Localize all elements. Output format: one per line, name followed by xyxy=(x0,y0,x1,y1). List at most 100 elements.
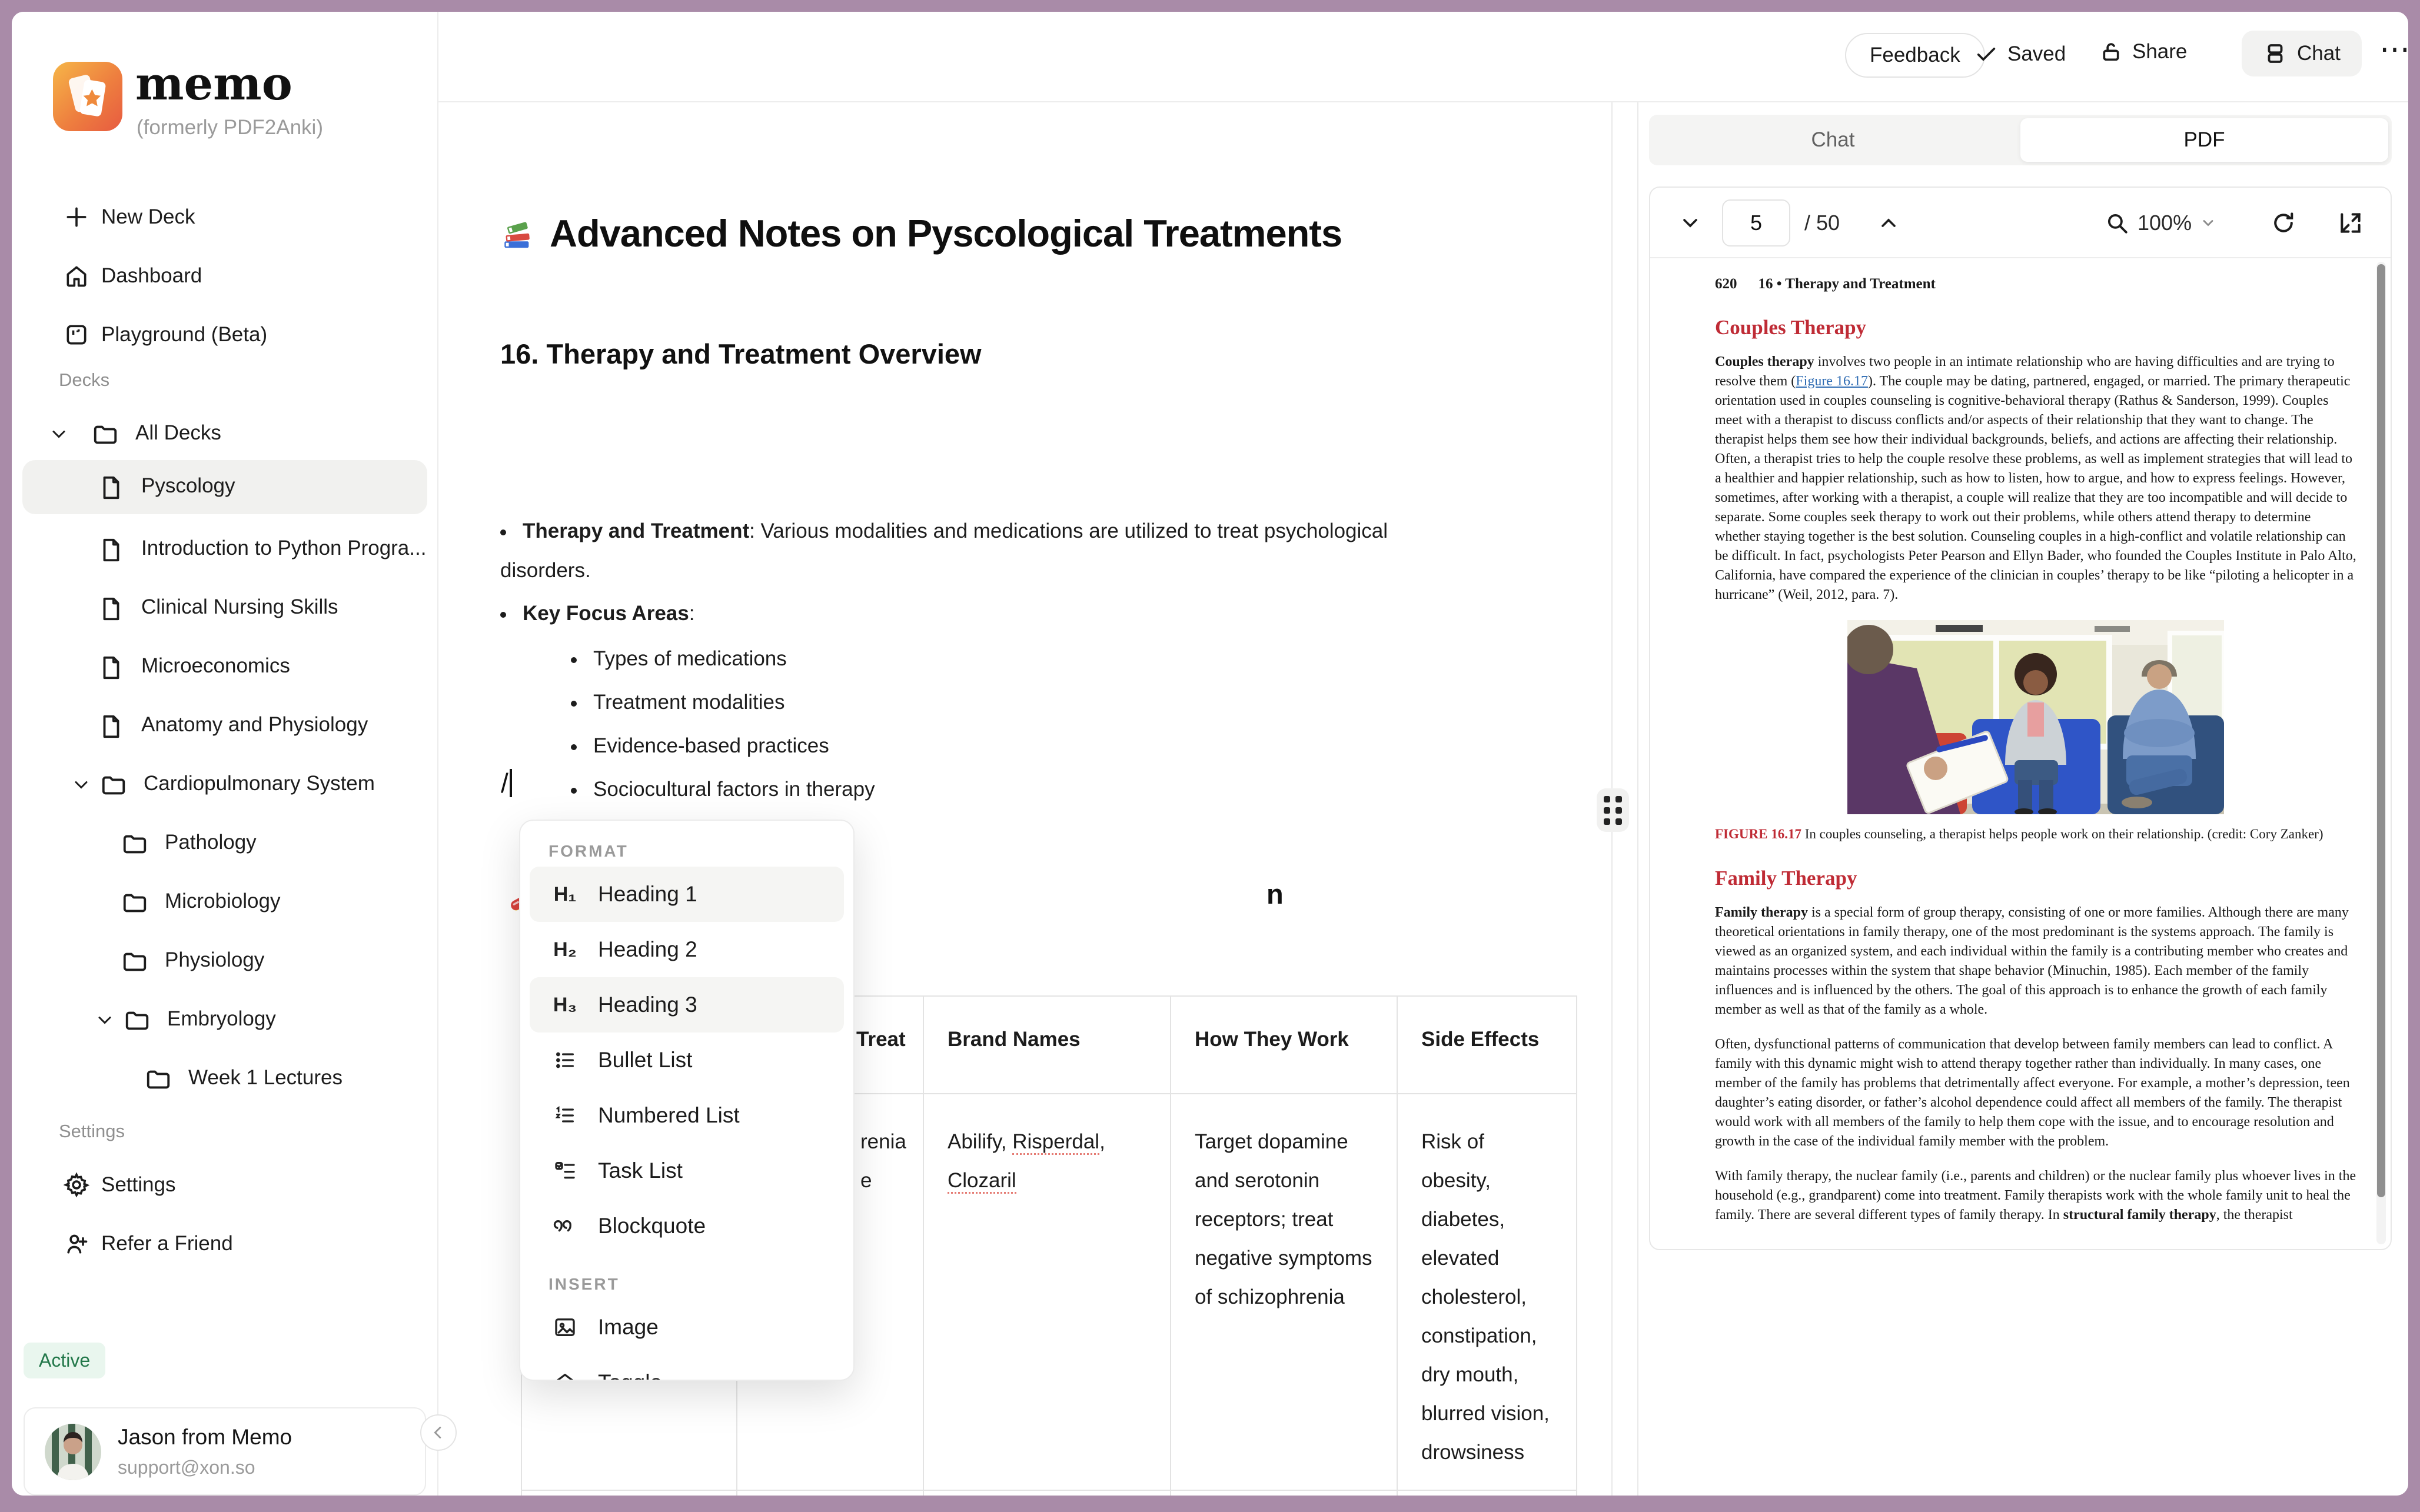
user-card[interactable]: Jason from Memo support@xon.so xyxy=(24,1407,426,1496)
app-window: memo (formerly PDF2Anki) New Deck Dashbo… xyxy=(12,12,2408,1496)
sidebar-item-all-decks[interactable]: All Decks xyxy=(22,407,427,461)
saved-status: Saved xyxy=(1974,42,2066,66)
sidebar-item-week1-lectures[interactable]: Week 1 Lectures xyxy=(22,1052,427,1106)
page-count: / 50 xyxy=(1804,211,1840,235)
panel-resize-handle[interactable] xyxy=(1597,788,1629,832)
chevron-down-icon[interactable] xyxy=(48,424,69,445)
document-icon xyxy=(103,538,119,562)
pdf-scrollbar-thumb[interactable] xyxy=(2377,264,2385,1197)
sidebar-item-physiology[interactable]: Physiology xyxy=(22,934,427,988)
heading3-icon: H₃ xyxy=(553,993,577,1016)
pdf-paragraph: Family therapy is a special form of grou… xyxy=(1715,905,2349,1017)
tab-pdf-viewer[interactable]: PDF xyxy=(2020,118,2388,162)
sidebar-item-pyscology[interactable]: Pyscology xyxy=(22,460,427,514)
lock-open-icon xyxy=(2103,43,2119,61)
arrow-left-icon xyxy=(434,1427,441,1438)
bullet-item: Evidence-based practices xyxy=(571,726,1536,765)
sidebar-item-python[interactable]: Introduction to Python Progra... xyxy=(22,522,427,577)
pdf-page: 620 16 • Therapy and Treatment Couples Th… xyxy=(1715,276,2358,1249)
sidebar-collapse-button[interactable] xyxy=(420,1414,457,1451)
feedback-button[interactable]: Feedback xyxy=(1845,33,1985,78)
sidebar-item-refer-friend[interactable]: Refer a Friend xyxy=(12,1218,438,1270)
previous-page-button[interactable] xyxy=(1678,188,1702,258)
deck-label: All Decks xyxy=(135,421,221,444)
table-cell: Depression and anxiety xyxy=(737,1491,924,1496)
pdf-running-head: 620 16 • Therapy and Treatment xyxy=(1715,276,1936,292)
deck-label: Clinical Nursing Skills xyxy=(141,595,338,618)
sidebar-item-playground[interactable]: Playground (Beta) xyxy=(12,309,438,361)
pdf-scrollbar[interactable] xyxy=(2376,262,2386,1244)
status-badge: Active xyxy=(24,1343,106,1378)
sidebar-item-embryology[interactable]: Embryology xyxy=(22,993,427,1047)
folder-icon xyxy=(147,1070,170,1089)
folder-icon xyxy=(123,953,147,971)
more-options-button[interactable]: ⋯ xyxy=(2379,32,2408,67)
sidebar-item-microbiology[interactable]: Microbiology xyxy=(22,875,427,930)
sidebar-item-label: Refer a Friend xyxy=(101,1232,233,1255)
table-cell: Antidepressants xyxy=(521,1491,737,1496)
app-title: memo xyxy=(135,57,292,111)
menu-item-heading1[interactable]: H₁ Heading 1 xyxy=(530,867,844,922)
sidebar-item-new-deck[interactable]: New Deck xyxy=(12,191,438,243)
menu-item-blockquote[interactable]: Blockquote xyxy=(530,1198,844,1254)
deck-label: Microbiology xyxy=(165,890,281,912)
chevron-down-icon[interactable] xyxy=(94,1010,115,1031)
tab-chat[interactable]: Chat xyxy=(1649,115,2017,165)
bullet-item: Key Focus Areas: xyxy=(500,594,1465,633)
menu-item-bullet-list[interactable]: Bullet List xyxy=(530,1033,844,1088)
feedback-label: Feedback xyxy=(1870,44,1960,66)
sidebar-item-dashboard[interactable]: Dashboard xyxy=(12,250,438,302)
share-button[interactable]: Share xyxy=(2099,40,2187,64)
document-icon xyxy=(103,597,119,621)
menu-item-toggle[interactable]: Toggle xyxy=(530,1355,844,1380)
chevron-down-icon[interactable] xyxy=(71,774,92,795)
slash-command-input[interactable]: / xyxy=(501,767,512,799)
fullscreen-button[interactable] xyxy=(2338,188,2364,258)
sidebar-item-anatomy[interactable]: Anatomy and Physiology xyxy=(22,699,427,753)
sidebar-item-label: New Deck xyxy=(101,205,195,228)
sidebar-item-settings[interactable]: Settings xyxy=(12,1159,438,1211)
gear-icon xyxy=(64,1172,89,1198)
expand-icon xyxy=(2341,213,2361,233)
sidebar-item-cardiopulmonary[interactable]: Cardiopulmonary System xyxy=(22,758,427,812)
sidebar-item-microeconomics[interactable]: Microeconomics xyxy=(22,640,427,694)
menu-item-image[interactable]: Image xyxy=(530,1300,844,1355)
folder-icon xyxy=(94,425,117,444)
table-header-side: Side Effects xyxy=(1398,997,1577,1094)
zoom-control[interactable]: 100% xyxy=(2105,188,2216,258)
chat-toggle-button[interactable]: Chat xyxy=(2242,31,2362,76)
right-panel: Chat PDF / 50 100% xyxy=(1637,102,2408,1496)
folder-icon xyxy=(123,835,147,854)
sidebar-item-clinical-nursing[interactable]: Clinical Nursing Skills xyxy=(22,581,427,635)
settings-section-label: Settings xyxy=(59,1121,125,1141)
blockquote-icon xyxy=(553,1220,571,1232)
table-cell: SSRIs: headache, xyxy=(1398,1491,1577,1496)
figure-link[interactable]: Figure 16.17 xyxy=(1796,374,1868,389)
next-page-button[interactable] xyxy=(1877,188,1900,258)
numbered-list-icon xyxy=(555,1106,574,1123)
deck-label: Microeconomics xyxy=(141,654,290,677)
table-cell: Alter levels of neurotransmitters xyxy=(1171,1491,1398,1496)
check-icon xyxy=(1977,48,1996,61)
chevron-down-icon xyxy=(2203,220,2213,227)
topbar: Feedback Saved Share Chat ⋯ xyxy=(438,12,2408,102)
bullet-list-icon xyxy=(556,1052,574,1068)
menu-item-numbered-list[interactable]: Numbered List xyxy=(530,1088,844,1143)
heading2-icon: H₂ xyxy=(553,938,577,961)
chat-label: Chat xyxy=(2297,42,2341,65)
menu-item-heading2[interactable]: H₂ Heading 2 xyxy=(530,922,844,977)
menu-item-task-list[interactable]: Task List xyxy=(530,1143,844,1198)
folder-icon xyxy=(102,776,125,795)
zoom-level: 100% xyxy=(2138,211,2192,235)
table-cell: Paxil, Prozac, Zoloft (SSRIs): xyxy=(924,1491,1171,1496)
memo-logo-icon xyxy=(53,62,122,131)
sidebar-item-pathology[interactable]: Pathology xyxy=(22,817,427,871)
folder-icon xyxy=(123,894,147,912)
home-icon xyxy=(67,266,87,287)
notes-editor[interactable]: Advanced Notes on Pyscological Treatment… xyxy=(438,102,1613,1496)
menu-item-heading3[interactable]: H₃ Heading 3 xyxy=(530,977,844,1033)
toggle-icon xyxy=(557,1374,573,1380)
refresh-button[interactable] xyxy=(2271,188,2296,258)
deck-label: Pathology xyxy=(165,831,257,854)
page-number-input[interactable] xyxy=(1722,199,1790,247)
